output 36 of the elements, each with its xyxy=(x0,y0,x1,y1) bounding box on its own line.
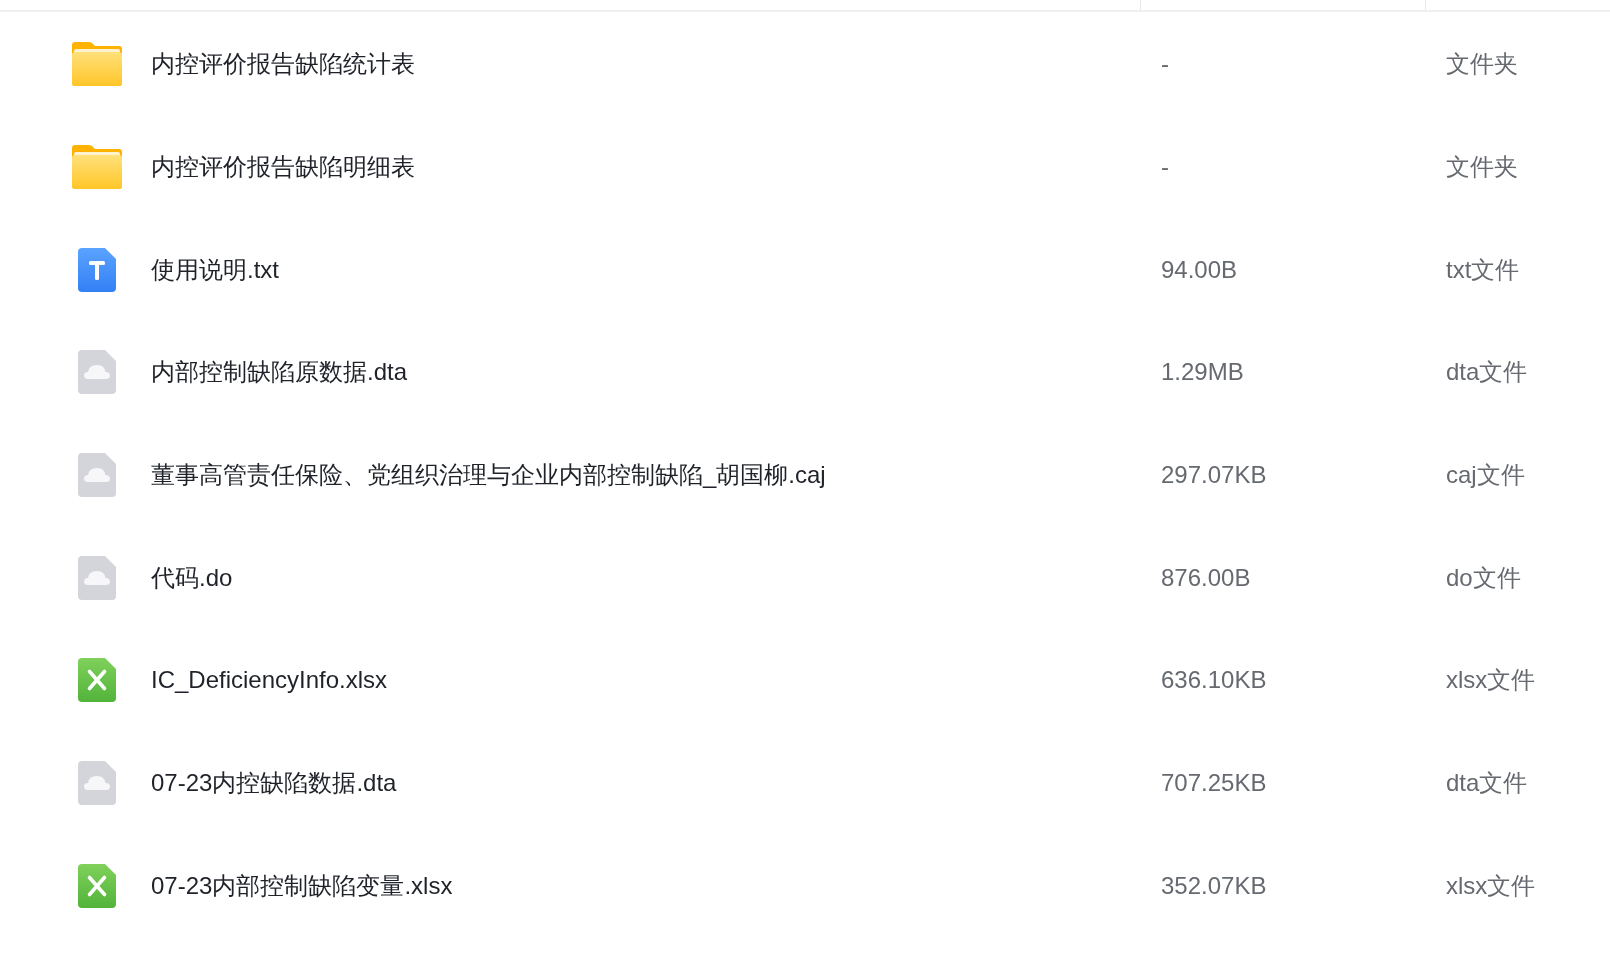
folder-icon xyxy=(72,42,122,87)
cloud-document-icon xyxy=(78,555,116,600)
file-size: 1.29MB xyxy=(1161,358,1244,386)
file-name[interactable]: 内控评价报告缺陷明细表 xyxy=(151,151,415,184)
file-size: 297.07KB xyxy=(1161,461,1267,489)
file-size: - xyxy=(1161,153,1169,181)
spreadsheet-icon xyxy=(78,658,116,703)
cloud-document-icon xyxy=(78,761,116,806)
file-type: 文件夹 xyxy=(1446,153,1518,181)
file-name[interactable]: IC_DeficiencyInfo.xlsx xyxy=(151,666,388,695)
file-name[interactable]: 07-23内控缺陷数据.dta xyxy=(151,767,397,800)
file-size: 636.10KB xyxy=(1161,666,1267,694)
file-type: xlsx文件 xyxy=(1446,871,1536,899)
spreadsheet-icon xyxy=(78,863,116,908)
file-size: 876.00B xyxy=(1161,563,1251,591)
file-type: txt文件 xyxy=(1446,255,1520,283)
folder-icon xyxy=(72,145,122,190)
cloud-document-icon xyxy=(78,453,116,498)
file-type: do文件 xyxy=(1446,563,1521,591)
file-size: 707.25KB xyxy=(1161,769,1267,797)
file-size: 94.00B xyxy=(1161,255,1238,283)
file-type: caj文件 xyxy=(1446,461,1525,489)
file-size: 352.07KB xyxy=(1161,871,1267,899)
cloud-document-icon xyxy=(78,350,116,395)
file-name[interactable]: 内控评价报告缺陷统计表 xyxy=(151,48,415,81)
file-name[interactable]: 使用说明.txt xyxy=(151,253,279,286)
file-type: dta文件 xyxy=(1446,769,1528,797)
file-type: dta文件 xyxy=(1446,358,1528,386)
file-size: - xyxy=(1161,50,1169,78)
file-type: xlsx文件 xyxy=(1446,666,1536,694)
file-name[interactable]: 07-23内部控制缺陷变量.xlsx xyxy=(151,869,453,902)
file-name[interactable]: 代码.do xyxy=(151,561,233,594)
file-name[interactable]: 董事高管责任保险、党组织治理与企业内部控制缺陷_胡国柳.caj xyxy=(151,459,826,492)
file-type: 文件夹 xyxy=(1446,50,1518,78)
text-document-icon xyxy=(78,247,116,292)
file-name[interactable]: 内部控制缺陷原数据.dta xyxy=(151,356,408,389)
